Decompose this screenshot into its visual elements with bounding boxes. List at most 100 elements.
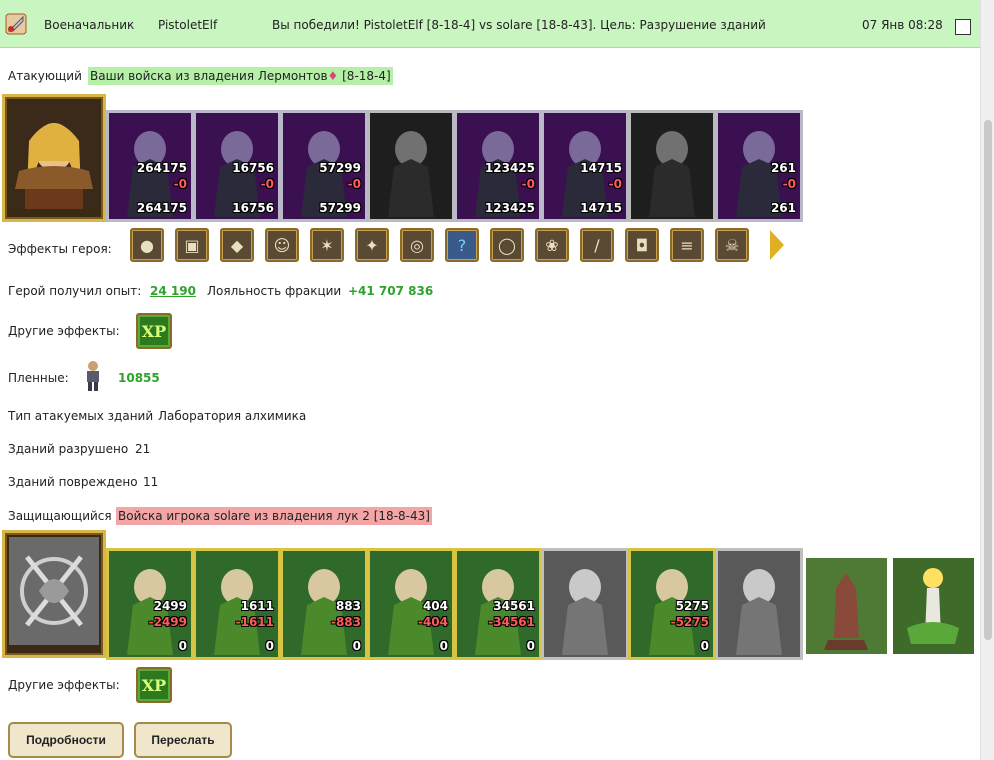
ghost-unit-2[interactable] [715,548,803,660]
defender-emblem-icon [9,537,99,645]
defender-source[interactable]: Войска игрока solare из владения лук 2 [… [116,507,432,525]
rune-icon[interactable]: ✦ [355,228,389,262]
banshee-unit[interactable]: 14715 -0 14715 [541,110,629,222]
shield-icon[interactable]: ◘ [625,228,659,262]
unit-count: 261 [770,161,796,175]
dark-mage-unit[interactable]: 261 -0 261 [715,110,803,222]
beast-rider-unit[interactable]: 264175 -0 264175 [106,110,194,222]
ghost-unit-2-art [718,551,800,657]
tower-building-icon[interactable] [806,558,887,654]
header-timestamp: 07 Янв 08:28 [862,18,943,32]
unit-left: 0 [352,639,361,653]
defender-xp-bonus-icon[interactable]: XP [136,667,172,703]
building-type-value: Лаборатория алхимика [158,409,307,423]
header-player[interactable]: PistoletElf [158,18,217,32]
unit-left: 261 [770,201,796,215]
web-icon[interactable]: ✶ [310,228,344,262]
xp-bonus-icon[interactable]: XP [136,313,172,349]
death-knight-unit[interactable]: 57299 -0 57299 [280,110,368,222]
destroyed-value: 21 [135,442,151,456]
dwarf-warrior-unit[interactable]: 2499 -2499 0 [106,548,194,660]
unit-left: 123425 [484,201,535,215]
prisoners-value: 10855 [118,371,160,385]
unit-left: 264175 [136,201,187,215]
ring-icon[interactable]: ◎ [400,228,434,262]
elf-swordsman-unit[interactable]: 1611 -1611 0 [193,548,281,660]
attacker-source[interactable]: Ваши войска из владения Лермонтов♦ [8-18… [88,67,393,85]
unit-lost: -5275 [670,615,709,629]
unit-lost: -883 [330,615,361,629]
attacker-hero-portrait[interactable] [2,94,106,222]
sword-shield-icon [5,13,27,35]
unit-left: 14715 [580,201,622,215]
unit-lost: -0 [608,177,622,191]
skull-icon[interactable]: ☠ [715,228,749,262]
unit-left: 16756 [232,201,274,215]
armor-icon[interactable]: ▣ [175,228,209,262]
other-effects-label: Другие эффекты: [8,324,120,338]
griffin-unit[interactable]: 404 -404 0 [367,548,455,660]
unit-lost: -2499 [148,615,187,629]
scroll-right-arrow-icon[interactable] [770,230,784,260]
unit-count: 883 [335,599,361,613]
prisoner-icon [87,361,99,391]
ghost-unit[interactable] [541,548,629,660]
select-checkbox[interactable] [955,19,971,35]
scrollbar-thumb[interactable] [984,120,992,640]
unit-lost: -0 [782,177,796,191]
paladin-unit[interactable]: 883 -883 0 [280,548,368,660]
defender-hero-portrait[interactable] [2,530,106,658]
blade-icon[interactable]: ∕ [580,228,614,262]
unit-left: 0 [265,639,274,653]
elf-archer-unit[interactable]: 34561 -34561 0 [454,548,542,660]
unit-lost: -404 [417,615,448,629]
crystal-tower-building-icon[interactable] [893,558,974,654]
damaged-value: 11 [143,475,159,489]
tulip-icon: ♦ [327,69,339,83]
prisoners-label: Пленные: [8,371,69,385]
loyalty-value: +41 707 836 [348,284,434,298]
question-icon[interactable]: ? [445,228,479,262]
header-message: Вы победили! PistoletElf [8-18-4] vs sol… [272,18,766,32]
unit-lost: -0 [173,177,187,191]
hero-effects: ● ▣ ◆ ☺ ✶ ✦ ◎? ◯ ❀ ∕ ◘ ≡ ☠ [130,228,790,266]
skeleton-warrior-unit[interactable]: 16756 -0 16756 [193,110,281,222]
scroll-icon[interactable]: ≡ [670,228,704,262]
loyalty-label: Лояльность фракции [207,284,342,298]
crystal-icon[interactable]: ◆ [220,228,254,262]
unit-lost: -0 [347,177,361,191]
unit-count: 2499 [153,599,187,613]
hero-effects-label: Эффекты героя: [8,242,112,256]
attacker-coords: [8-18-4] [342,69,391,83]
unit-count: 57299 [319,161,361,175]
details-button[interactable]: Подробности [8,722,124,758]
unit-count: 16756 [232,161,274,175]
reaper-unit-art [631,113,713,219]
unit-count: 123425 [484,161,535,175]
damaged-label: Зданий повреждено [8,475,138,489]
reaper-unit[interactable] [628,110,716,222]
forward-button[interactable]: Переслать [134,722,232,758]
attacker-source-text: Ваши войска из владения Лермонтов [90,69,328,83]
report-header: Военачальник PistoletElf Вы победили! Pi… [0,0,980,48]
unit-left: 0 [526,639,535,653]
unit-count: 264175 [136,161,187,175]
druid-unit[interactable]: 5275 -5275 0 [628,548,716,660]
defender-other-effects-label: Другие эффекты: [8,678,120,692]
defender-army: 2499 -2499 0 1611 -1611 0 883 -883 0 404 -404 0 3456… [106,548,803,660]
exp-value[interactable]: 24 190 [150,284,196,298]
food-icon[interactable]: ● [130,228,164,262]
unit-count: 1611 [240,599,274,613]
pendant-icon[interactable]: ❀ [535,228,569,262]
bone-dragon-unit[interactable] [367,110,455,222]
mirror-icon[interactable]: ◯ [490,228,524,262]
unit-left: 0 [178,639,187,653]
mask-icon[interactable]: ☺ [265,228,299,262]
hero-elf-icon [9,101,99,209]
lich-lord-unit[interactable]: 123425 -0 123425 [454,110,542,222]
page-scrollbar[interactable] [980,0,994,760]
ghost-unit-art [544,551,626,657]
unit-left: 0 [439,639,448,653]
defender-label: Защищающийся [8,509,112,523]
unit-count: 404 [422,599,448,613]
